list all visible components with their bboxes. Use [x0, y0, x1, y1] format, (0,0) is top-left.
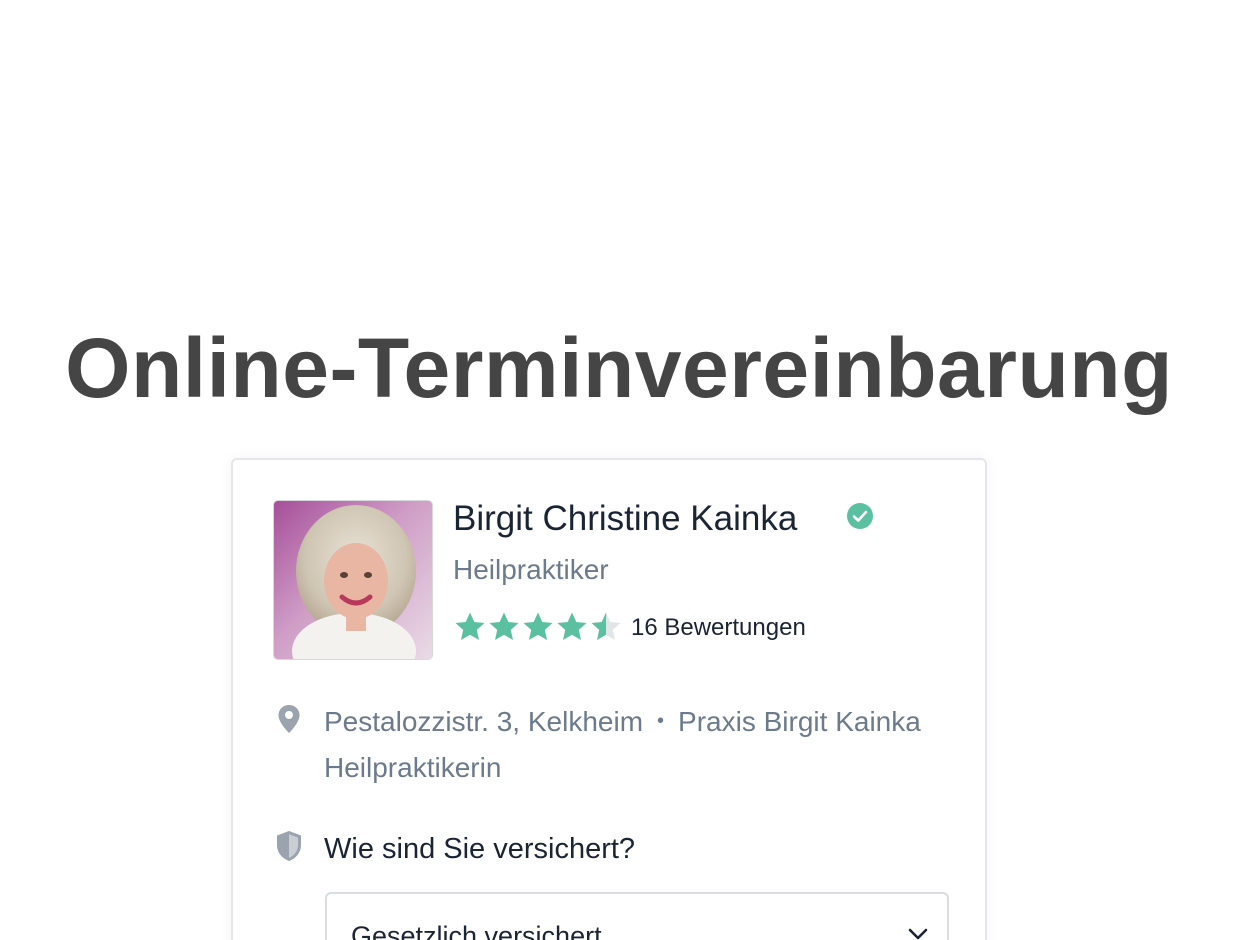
insurance-question: Wie sind Sie versichert? [324, 833, 636, 865]
practitioner-name[interactable]: Birgit Christine Kainka [453, 498, 797, 540]
page: Online-Terminvereinbarung Birgit Christi… [0, 0, 1238, 940]
page-title: Online-Terminvereinbarung [65, 321, 1173, 415]
star-icon [557, 612, 587, 640]
address: Pestalozzistr. 3, Kelkheim • Praxis Birgit… [324, 700, 924, 790]
reviews-count[interactable]: 16 Bewertungen [631, 612, 806, 644]
star-icon [489, 612, 519, 640]
address-street: Pestalozzistr. 3, Kelkheim [324, 706, 644, 737]
specialty: Heilpraktiker [453, 554, 609, 585]
star-icon [523, 612, 553, 640]
chevron-down-icon [908, 928, 928, 940]
star-icon [591, 612, 621, 640]
map-pin-icon [278, 705, 300, 733]
star-rating [453, 610, 623, 644]
practitioner-card: Birgit Christine Kainka Heilpraktiker 16… [231, 458, 987, 940]
star-icon [455, 612, 485, 640]
check-circle-icon [847, 503, 873, 529]
insurance-select[interactable]: Gesetzlich versichert [325, 892, 949, 940]
avatar [273, 500, 433, 660]
address-separator: • [657, 709, 665, 732]
shield-icon [277, 831, 301, 861]
insurance-select-value: Gesetzlich versichert [351, 921, 602, 940]
